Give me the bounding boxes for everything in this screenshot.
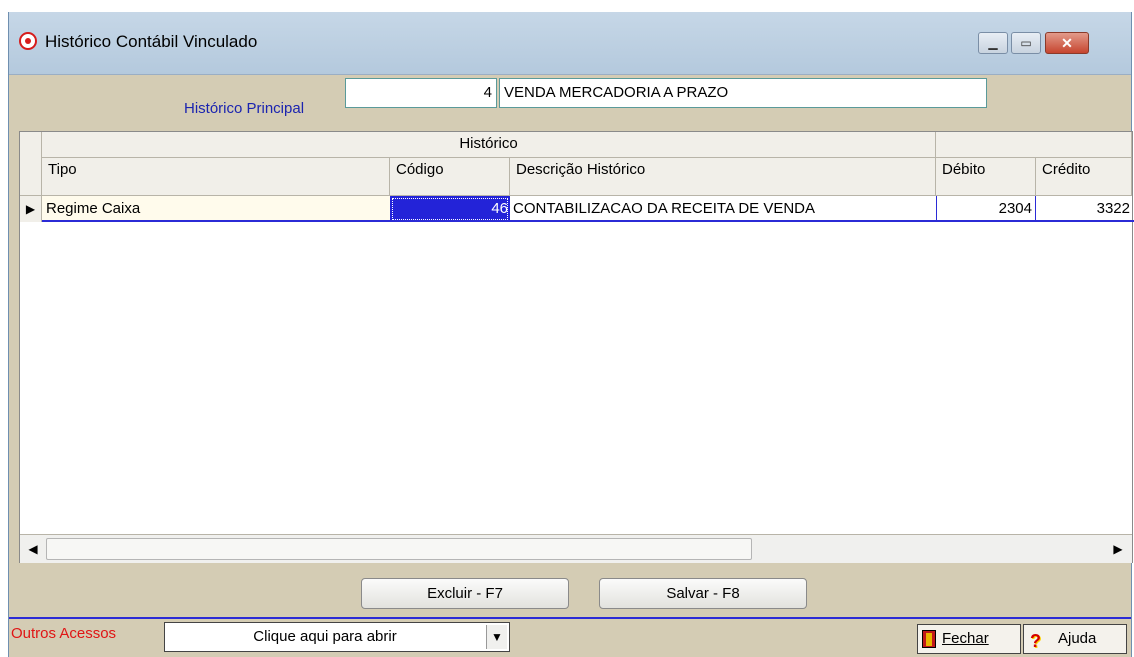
fechar-button[interactable]: Fechar [917, 624, 1021, 654]
close-button[interactable]: ✕ [1045, 32, 1089, 54]
outros-acessos-combo[interactable]: Clique aqui para abrir ▼ [164, 622, 510, 652]
column-header-codigo[interactable]: Código [390, 158, 510, 196]
row-selection-underline [42, 220, 1134, 222]
column-header-credito[interactable]: Crédito [1036, 158, 1132, 196]
window-title: Histórico Contábil Vinculado [45, 32, 258, 51]
cell-tipo[interactable]: Regime Caixa [42, 196, 390, 222]
historico-principal-code-field[interactable]: 4 [345, 78, 497, 108]
fechar-label: Fechar [942, 630, 989, 647]
column-header-debito[interactable]: Débito [936, 158, 1036, 196]
historico-grid[interactable]: Histórico Tipo Código Descrição Históric… [19, 131, 1134, 563]
group-header-historico: Histórico [42, 132, 936, 158]
column-header-tipo[interactable]: Tipo [42, 158, 390, 196]
column-header-descricao[interactable]: Descrição Histórico [510, 158, 936, 196]
outros-acessos-label: Outros Acessos [11, 625, 117, 642]
exit-door-icon [922, 630, 936, 648]
scroll-right-icon[interactable]: ▶ [1108, 539, 1128, 559]
cell-debito[interactable]: 2304 [936, 196, 1036, 222]
close-icon: ✕ [1061, 35, 1073, 51]
minimize-button[interactable]: ▁ [978, 32, 1008, 54]
scrollbar-thumb[interactable] [46, 538, 752, 560]
ajuda-button[interactable]: ? Ajuda [1023, 624, 1127, 654]
maximize-icon: ▭ [1020, 36, 1032, 50]
cell-credito[interactable]: 3322 [1036, 196, 1132, 222]
excluir-button[interactable]: Excluir - F7 [361, 578, 569, 609]
historico-principal-label: Histórico Principal [184, 100, 305, 117]
ajuda-label: Ajuda [1058, 630, 1097, 647]
footer-divider [9, 617, 1131, 619]
maximize-button[interactable]: ▭ [1011, 32, 1041, 54]
salvar-button[interactable]: Salvar - F8 [599, 578, 807, 609]
scroll-left-icon[interactable]: ◀ [23, 539, 43, 559]
combo-value: Clique aqui para abrir [253, 628, 397, 645]
help-icon: ? [1030, 631, 1041, 651]
app-icon [19, 32, 37, 50]
cell-codigo-selected[interactable]: 46 [390, 196, 510, 222]
title-bar: Histórico Contábil Vinculado ▁ ▭ ✕ [9, 12, 1131, 75]
grid-corner [20, 132, 42, 196]
group-header-blank [936, 132, 1132, 158]
chevron-down-icon[interactable]: ▼ [486, 625, 507, 649]
row-indicator-icon: ▶ [20, 196, 42, 222]
main-window: Histórico Contábil Vinculado ▁ ▭ ✕ Histó… [8, 12, 1134, 657]
cell-descricao[interactable]: CONTABILIZACAO DA RECEITA DE VENDA [510, 196, 936, 222]
minimize-icon: ▁ [988, 36, 998, 50]
historico-principal-description-field[interactable]: VENDA MERCADORIA A PRAZO [499, 78, 987, 108]
horizontal-scrollbar[interactable]: ◀ ▶ [20, 534, 1132, 563]
